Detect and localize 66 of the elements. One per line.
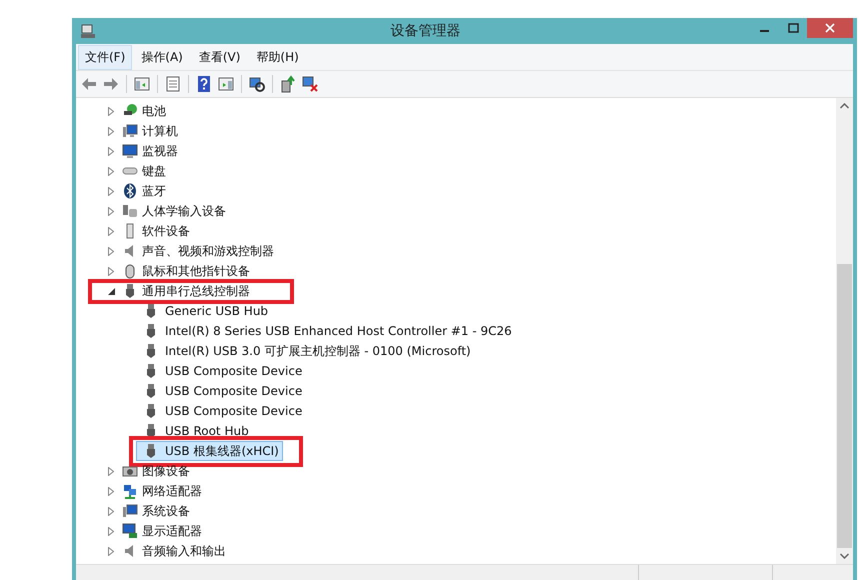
help-icon[interactable] — [195, 75, 213, 93]
expand-arrow-icon[interactable] — [108, 546, 114, 556]
expand-arrow-icon[interactable] — [108, 246, 114, 256]
remove-device-icon[interactable] — [301, 75, 319, 93]
forward-icon[interactable] — [102, 75, 120, 93]
menu-item[interactable]: 查看(V) — [192, 44, 248, 70]
close-icon[interactable] — [825, 23, 835, 33]
panel-icon[interactable] — [133, 75, 151, 93]
expand-arrow-icon[interactable] — [108, 466, 114, 476]
properties-icon[interactable] — [164, 75, 182, 93]
close-button[interactable] — [807, 18, 853, 38]
category-label[interactable]: 电池 — [142, 102, 166, 120]
category-label[interactable]: 系统设备 — [142, 502, 190, 520]
device-item[interactable]: USB Composite Device — [136, 361, 306, 381]
collapse-arrow-icon[interactable] — [108, 288, 114, 294]
expand-arrow-icon[interactable] — [108, 186, 114, 196]
expand-arrow-icon[interactable] — [108, 526, 114, 536]
display-adapter-icon — [122, 523, 138, 539]
expand-arrow-icon[interactable] — [108, 506, 114, 516]
scroll-down-icon[interactable] — [840, 552, 849, 559]
category-label[interactable]: 通用串行总线控制器 — [142, 282, 250, 300]
category-label[interactable]: 鼠标和其他指针设备 — [142, 262, 250, 280]
category-label[interactable]: 图像设备 — [142, 462, 190, 480]
device-item[interactable]: USB Composite Device — [136, 381, 306, 401]
computer-icon — [122, 503, 138, 519]
input-device-icon — [122, 203, 138, 219]
scroll-thumb[interactable] — [837, 264, 852, 548]
update-icon[interactable] — [279, 75, 297, 93]
network-icon — [122, 483, 138, 499]
maximize-icon[interactable] — [788, 23, 798, 33]
device-item[interactable]: Intel(R) USB 3.0 可扩展主机控制器 - 0100 (Microsoft) — [136, 341, 475, 361]
expand-arrow-icon[interactable] — [108, 106, 114, 116]
category-label[interactable]: 监视器 — [142, 142, 178, 160]
expand-arrow-icon[interactable] — [108, 126, 114, 136]
menu-item[interactable]: 文件(F) — [78, 44, 132, 70]
monitor-icon — [122, 143, 138, 159]
scroll-up-icon[interactable] — [840, 103, 849, 110]
category-label[interactable]: 声音、视频和游戏控制器 — [142, 242, 274, 260]
device-item[interactable]: USB Root Hub — [136, 421, 253, 441]
expand-arrow-icon[interactable] — [108, 206, 114, 216]
menu-item[interactable]: 操作(A) — [134, 44, 190, 70]
category-label[interactable]: 网络适配器 — [142, 482, 202, 500]
expand-arrow-icon[interactable] — [108, 486, 114, 496]
category-label[interactable]: 计算机 — [142, 122, 178, 140]
scan-icon[interactable] — [248, 75, 266, 93]
menu-item[interactable]: 帮助(H) — [249, 44, 306, 70]
expand-arrow-icon[interactable] — [108, 226, 114, 236]
category-label[interactable]: 键盘 — [142, 162, 166, 180]
device-item[interactable]: USB 根集线器(xHCI) — [136, 441, 283, 461]
computer-icon — [122, 123, 138, 139]
category-label[interactable]: 显示适配器 — [142, 522, 202, 540]
expand-arrow-icon[interactable] — [108, 266, 114, 276]
expand-arrow-icon[interactable] — [108, 146, 114, 156]
device-item[interactable]: Generic USB Hub — [136, 301, 272, 321]
window-title: 设备管理器 — [390, 22, 462, 40]
device-item[interactable]: Intel(R) 8 Series USB Enhanced Host Controller #1 - 9C26 — [136, 321, 516, 341]
category-label[interactable]: 音频输入和输出 — [142, 542, 226, 560]
category-label[interactable]: 人体学输入设备 — [142, 202, 226, 220]
scrollbar[interactable] — [836, 98, 853, 564]
device-item[interactable]: USB Composite Device — [136, 401, 306, 421]
category-label[interactable]: 蓝牙 — [142, 182, 166, 200]
panel-icon[interactable] — [217, 75, 235, 93]
bluetooth-icon — [122, 183, 138, 199]
expand-arrow-icon[interactable] — [108, 166, 114, 176]
category-label[interactable]: 软件设备 — [142, 222, 190, 240]
computer-icon — [80, 23, 96, 39]
